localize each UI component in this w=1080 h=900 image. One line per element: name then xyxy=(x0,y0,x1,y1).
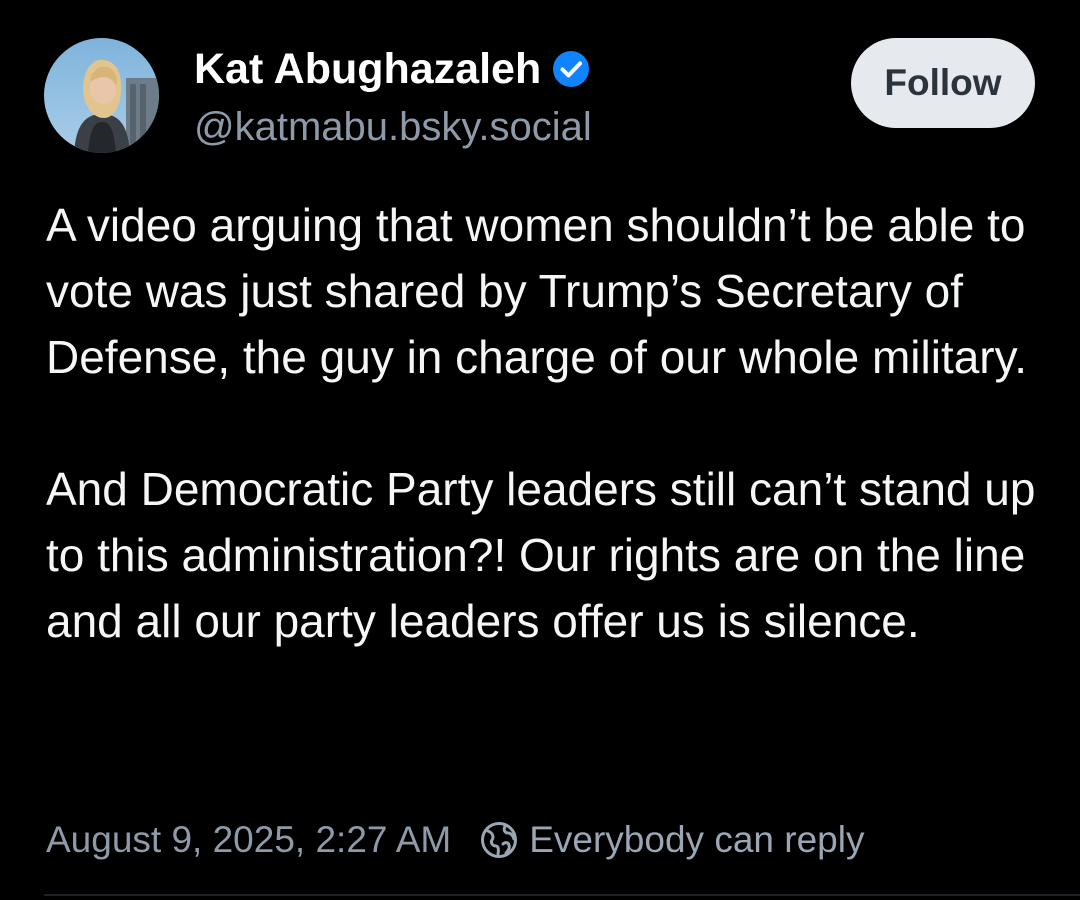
author-handle[interactable]: @katmabu.bsky.social xyxy=(194,104,592,150)
globe-icon xyxy=(481,822,518,858)
divider xyxy=(44,894,1080,896)
avatar-image xyxy=(44,38,159,153)
post-timestamp[interactable]: August 9, 2025, 2:27 AM xyxy=(46,818,451,862)
author-name-row: Kat Abughazaleh xyxy=(194,44,591,94)
verified-badge-icon[interactable] xyxy=(551,49,591,89)
reply-setting-label: Everybody can reply xyxy=(529,819,865,860)
post-paragraph: A video arguing that women shouldn’t be … xyxy=(46,199,1027,383)
author-display-name[interactable]: Kat Abughazaleh xyxy=(194,44,541,94)
post-card: Kat Abughazaleh @katmabu.bsky.social Fol… xyxy=(0,0,1080,900)
post-text: A video arguing that women shouldn’t be … xyxy=(46,192,1036,654)
follow-button[interactable]: Follow xyxy=(851,38,1035,128)
post-paragraph: And Democratic Party leaders still can’t… xyxy=(46,463,1036,647)
avatar[interactable] xyxy=(44,38,159,153)
reply-setting[interactable]: Everybody can reply xyxy=(479,818,864,862)
post-meta: August 9, 2025, 2:27 AM Everybody can re… xyxy=(46,818,864,862)
